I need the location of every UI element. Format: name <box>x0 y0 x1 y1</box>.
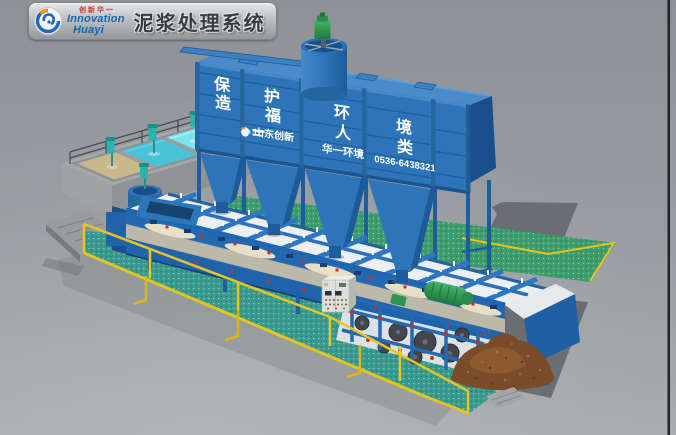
cabinet-screen-1 <box>325 291 332 296</box>
silo-text-col3-bottom: 人 <box>335 123 352 144</box>
system-title: 泥浆处理系统 <box>134 7 266 36</box>
huayi-logo-icon <box>33 6 63 36</box>
control-cabinet <box>322 276 356 312</box>
left-end-box <box>106 212 126 246</box>
brand-text: 创新华一 Innovation Huayi <box>67 7 125 36</box>
silo-text-col2-bottom: 福 <box>264 105 281 127</box>
silo-text-col1-bottom: 造 <box>215 92 232 114</box>
silo-text-col4-top: 境 <box>396 116 412 137</box>
silo-text-col4-bottom: 类 <box>397 137 414 159</box>
render-canvas: 保 造 护 福 山东创新 环 人 华一环境 境 类 0536-6438321 <box>0 0 676 435</box>
brand-badge: 创新华一 Innovation Huayi 泥浆处理系统 <box>28 2 277 40</box>
cabinet-screen-2 <box>335 291 342 296</box>
silo-text-col3-top: 环 <box>334 103 350 123</box>
brand-en-line2: Huayi <box>73 25 125 36</box>
right-edge-line <box>668 0 671 435</box>
scene: 保 造 护 福 山东创新 环 人 华一环境 境 类 0536-6438321 <box>0 0 676 435</box>
silo-text-col2-top: 护 <box>264 86 280 107</box>
cabinet-lamp <box>324 283 328 286</box>
silo-right-face <box>470 96 496 183</box>
